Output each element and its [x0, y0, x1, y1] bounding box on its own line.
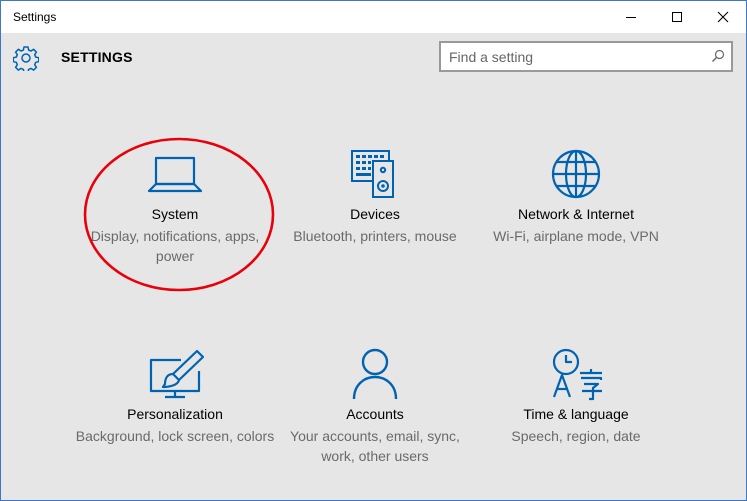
laptop-icon: [147, 156, 203, 193]
tile-description: Background, lock screen, colors: [75, 428, 275, 444]
tile-description: Wi-Fi, airplane mode, VPN: [493, 228, 659, 244]
tile-title: Accounts: [346, 406, 404, 422]
gear-icon: [13, 46, 39, 71]
settings-header: SETTINGS: [1, 33, 746, 83]
tile-title: Devices: [350, 206, 400, 222]
paintbrush-icon: [149, 349, 205, 399]
globe-icon: [551, 149, 601, 199]
person-icon: [352, 348, 398, 400]
tile-description: Speech, region, date: [511, 428, 641, 444]
close-button[interactable]: [700, 1, 746, 33]
page-title: SETTINGS: [61, 49, 133, 65]
devices-icon: [351, 150, 394, 198]
close-icon: [717, 11, 729, 23]
maximize-icon: [672, 12, 682, 22]
tile-title: Time & language: [523, 406, 629, 422]
tile-description: Display, notifications, apps, power: [90, 228, 260, 264]
settings-window: Settings SETTINGS Find a setting System …: [0, 0, 747, 501]
tile-title: Personalization: [127, 406, 223, 422]
tile-description: Bluetooth, printers, mouse: [293, 228, 457, 244]
search-icon[interactable]: [711, 49, 725, 63]
clock-language-icon: [552, 348, 603, 401]
window-title: Settings: [13, 10, 57, 24]
search-box[interactable]: [439, 41, 733, 72]
minimize-button[interactable]: [608, 1, 654, 33]
tile-description: Your accounts, email, sync, work, other …: [290, 428, 460, 464]
tile-title: Network & Internet: [518, 206, 634, 222]
search-input[interactable]: [449, 47, 699, 67]
title-bar[interactable]: Settings: [1, 1, 746, 33]
tile-title: System: [151, 206, 199, 222]
minimize-icon: [626, 17, 636, 18]
maximize-button[interactable]: [654, 1, 700, 33]
